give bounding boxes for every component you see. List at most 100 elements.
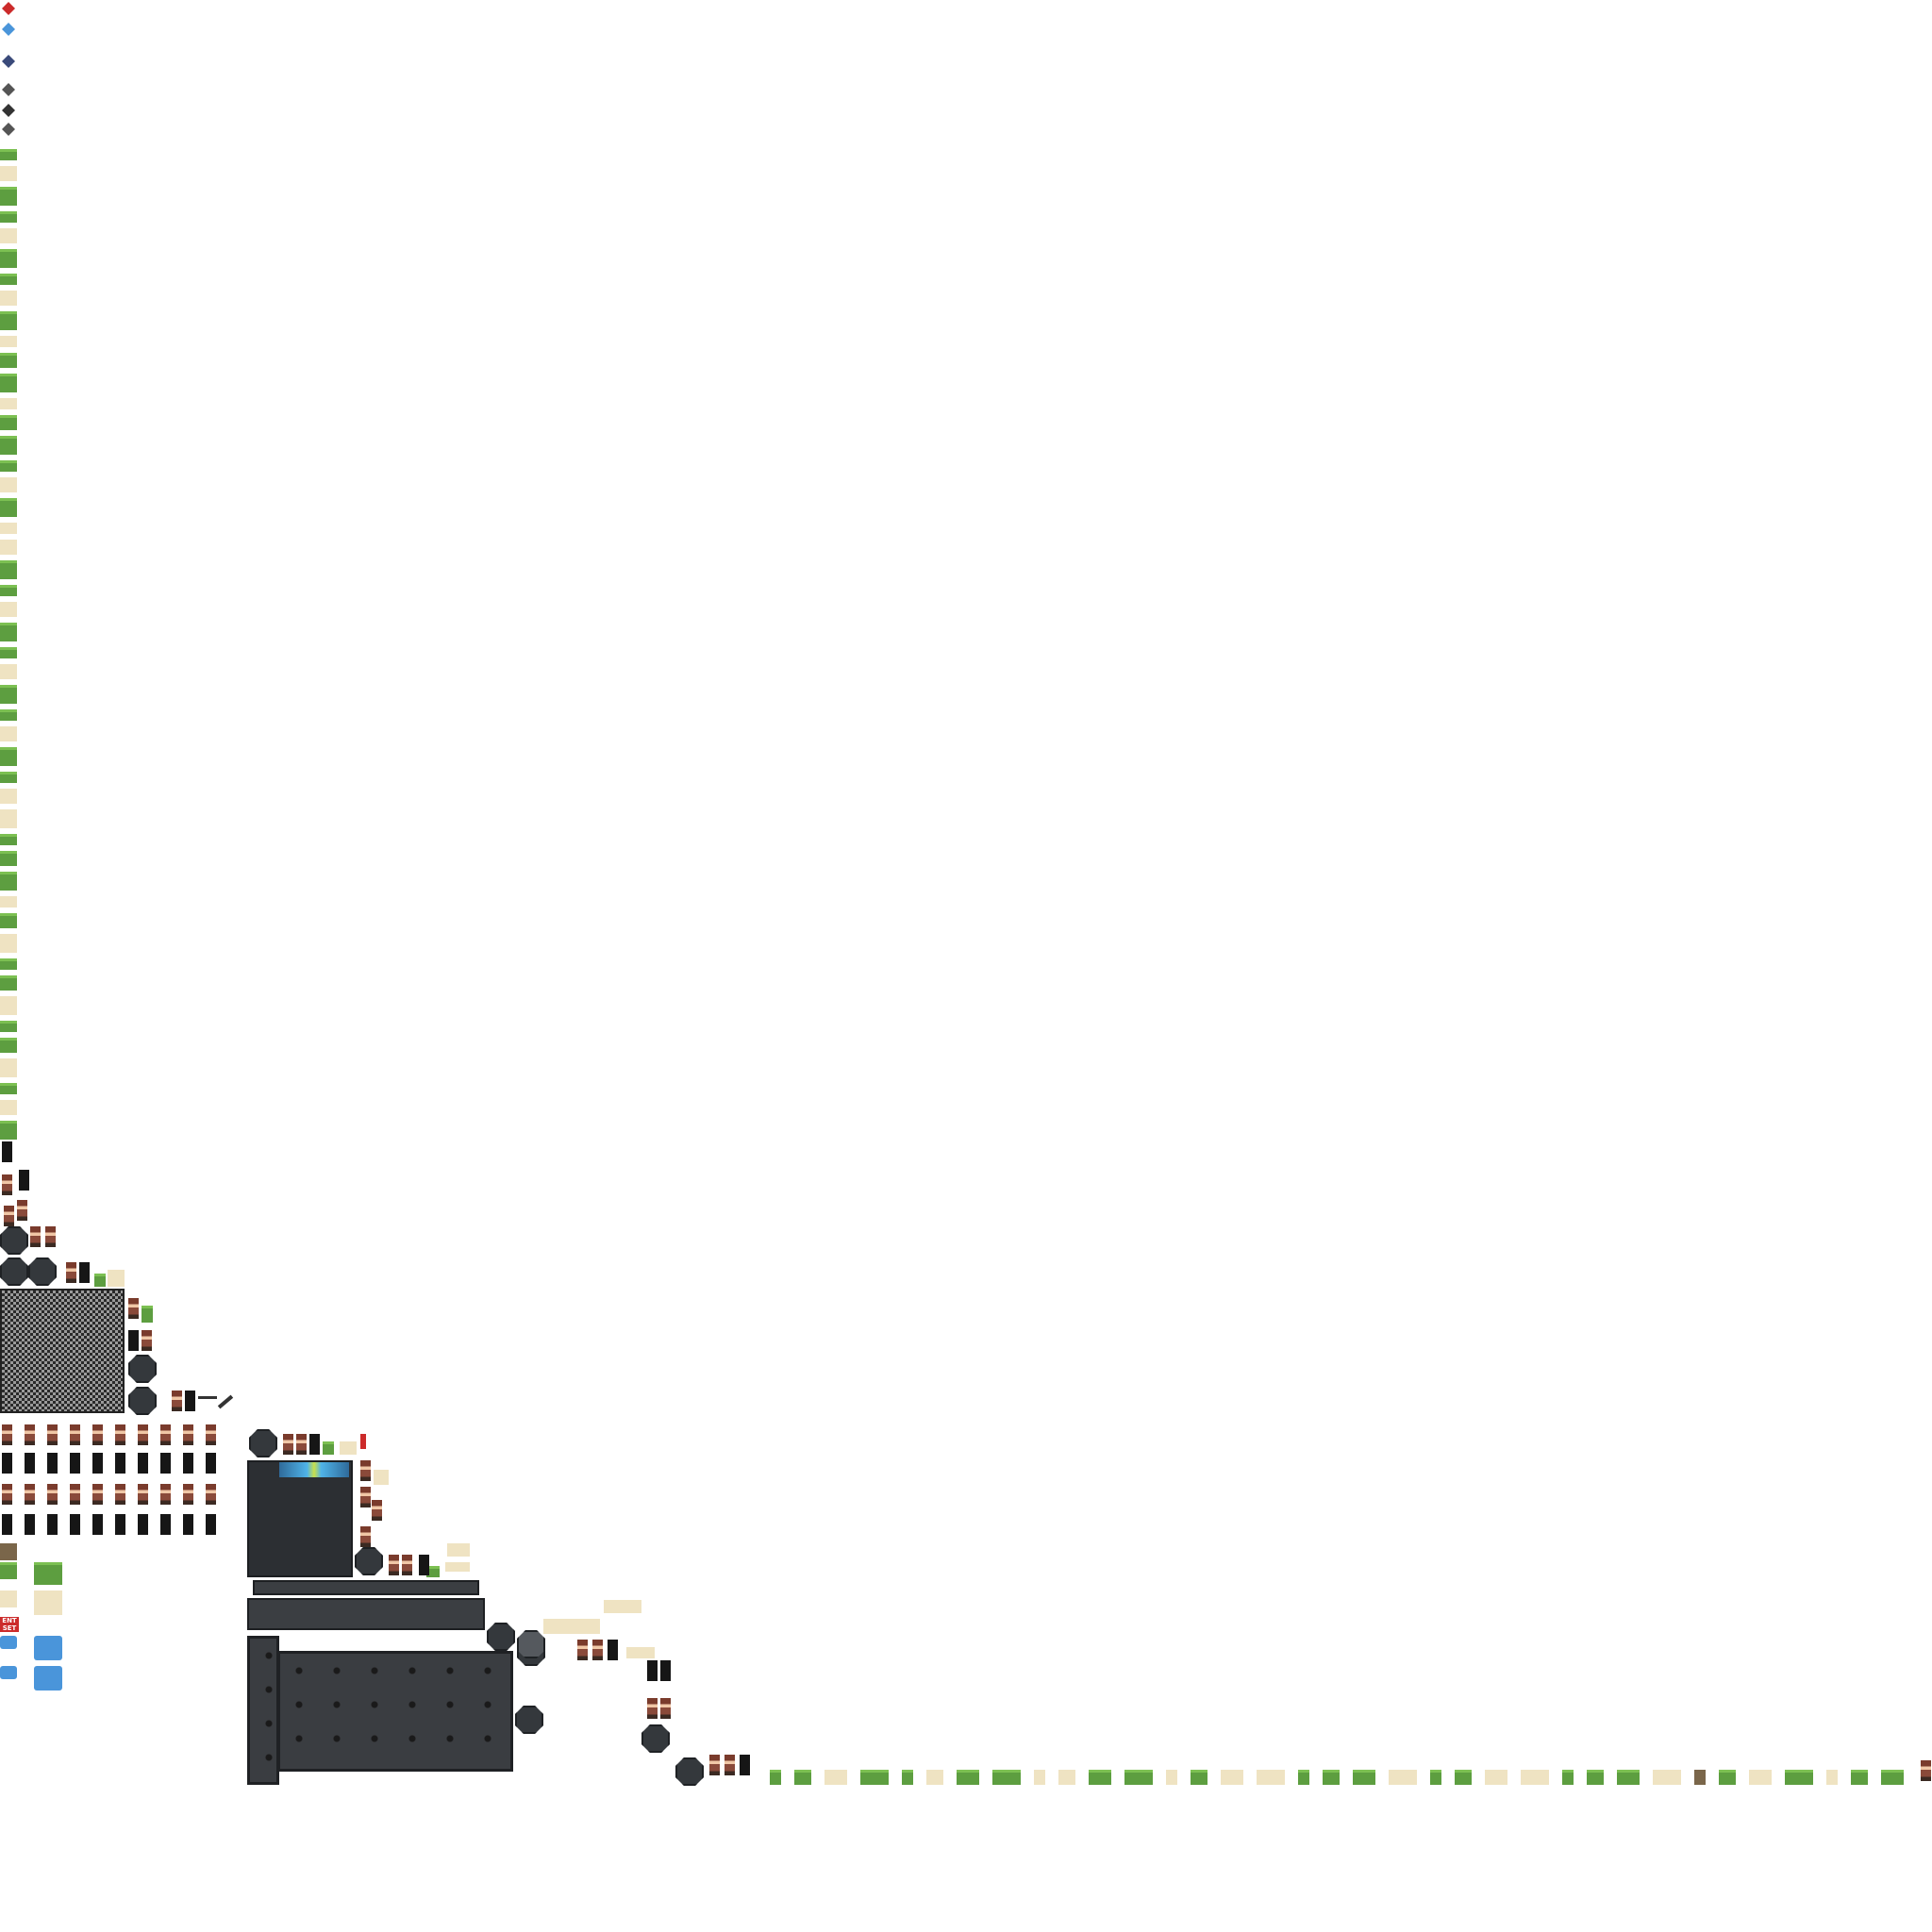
- silhouette-sprite: [25, 1453, 35, 1474]
- character-sprite: [4, 1206, 14, 1226]
- boulder-sprite: [517, 1630, 545, 1658]
- silhouette-sprite: [70, 1514, 80, 1535]
- sand-tile: [0, 166, 17, 181]
- sand-tile: [1058, 1770, 1075, 1785]
- character-sprite: [647, 1698, 658, 1719]
- grass-tile: [0, 249, 17, 268]
- heart-icon: [2, 2, 15, 15]
- silhouette-sprite: [206, 1453, 216, 1474]
- character-sprite: [66, 1262, 76, 1283]
- silhouette-sprite: [79, 1262, 90, 1283]
- grass-tile: [1587, 1770, 1604, 1785]
- silhouette-sprite: [138, 1453, 148, 1474]
- silhouette-sprite: [183, 1453, 193, 1474]
- pickaxe-icon: [2, 104, 15, 117]
- sand-tile: [0, 996, 17, 1015]
- grass-tile: [0, 975, 17, 991]
- grass-tile: [1191, 1770, 1208, 1785]
- grass-tile: [0, 913, 17, 928]
- character-sprite: [25, 1424, 35, 1445]
- grass-tile: [1430, 1770, 1441, 1785]
- rail-bar: [253, 1580, 479, 1595]
- grass-tile: [0, 647, 17, 658]
- character-sprite: [30, 1226, 41, 1247]
- key-icon: [360, 1434, 366, 1449]
- grass-tuft-icon: [2, 83, 15, 96]
- character-sprite: [372, 1500, 382, 1521]
- ent-set-label: ENT SET: [0, 1617, 19, 1632]
- grass-tile: [0, 311, 17, 330]
- sand-tile: [0, 523, 17, 534]
- sand-tile: [0, 896, 17, 908]
- grass-tile: [957, 1770, 979, 1785]
- water-tile: [34, 1666, 62, 1690]
- grass-tile: [0, 149, 17, 160]
- silhouette-sprite: [185, 1391, 195, 1411]
- silhouette-sprite: [25, 1514, 35, 1535]
- sand-tile: [0, 789, 17, 804]
- grass-tile: [1323, 1770, 1340, 1785]
- sand-tile: [1749, 1770, 1772, 1785]
- grass-tile: [1353, 1770, 1375, 1785]
- silhouette-sprite: [47, 1514, 58, 1535]
- sand-tile: [1221, 1770, 1243, 1785]
- grass-tile: [0, 685, 17, 704]
- character-sprite: [160, 1424, 171, 1445]
- grass-tile: [0, 187, 17, 206]
- grass-tile: [1851, 1770, 1868, 1785]
- studded-floor: [277, 1651, 513, 1772]
- grass-tile: [0, 1083, 17, 1094]
- grass-tile: [1719, 1770, 1736, 1785]
- sand-tile: [1389, 1770, 1417, 1785]
- boulder-sprite: [249, 1429, 277, 1457]
- grass-tile: [0, 498, 17, 517]
- silhouette-sprite: [92, 1514, 103, 1535]
- studded-wall: [247, 1636, 279, 1785]
- character-sprite: [172, 1391, 182, 1411]
- grass-tile: [0, 1038, 17, 1053]
- silhouette-sprite: [206, 1514, 216, 1535]
- grass-tile: [794, 1770, 811, 1785]
- sprite-sheet: ENT SET: [0, 0, 1932, 1932]
- panel-screen: [279, 1462, 349, 1477]
- sand-tile: [0, 398, 17, 409]
- character-sprite: [115, 1484, 125, 1505]
- silhouette-sprite: [183, 1514, 193, 1535]
- silhouette-sprite: [160, 1453, 171, 1474]
- sand-tile: [445, 1562, 470, 1572]
- character-sprite: [206, 1484, 216, 1505]
- silhouette-sprite: [647, 1660, 658, 1681]
- grass-tile: [0, 747, 17, 766]
- grass-tile: [94, 1274, 106, 1287]
- silhouette-sprite: [160, 1514, 171, 1535]
- sand-tile: [0, 477, 17, 492]
- sand-tile: [0, 540, 17, 555]
- grass-tile: [0, 585, 17, 596]
- boulder-sprite: [0, 1257, 28, 1286]
- character-sprite: [360, 1487, 371, 1507]
- character-sprite: [283, 1434, 293, 1455]
- character-sprite: [206, 1424, 216, 1445]
- character-sprite: [2, 1484, 12, 1505]
- rod-icon: [198, 1396, 217, 1399]
- sand-tile: [108, 1270, 125, 1287]
- grass-tile: [860, 1770, 889, 1785]
- grass-tile: [902, 1770, 913, 1785]
- character-sprite: [92, 1424, 103, 1445]
- grass-tile: [0, 623, 17, 641]
- sand-tile: [1257, 1770, 1285, 1785]
- sand-tile: [0, 336, 17, 347]
- character-sprite: [183, 1424, 193, 1445]
- sand-tile: [824, 1770, 847, 1785]
- sand-tile: [1826, 1770, 1838, 1785]
- sand-tile: [340, 1441, 357, 1455]
- character-sprite: [389, 1555, 399, 1575]
- grass-tile: [0, 1562, 17, 1579]
- character-sprite: [183, 1484, 193, 1505]
- sword-icon: [2, 55, 15, 68]
- sand-tile: [447, 1543, 470, 1557]
- grass-tile: [0, 560, 17, 579]
- dirt-tile: [0, 1543, 17, 1560]
- silhouette-sprite: [138, 1514, 148, 1535]
- character-sprite: [709, 1755, 720, 1775]
